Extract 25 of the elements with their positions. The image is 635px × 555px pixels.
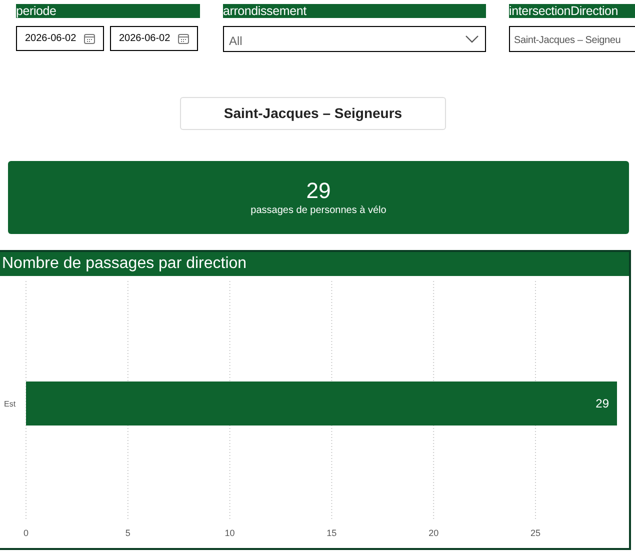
dropdown-placeholder: All (229, 32, 242, 50)
kpi-value: 29 (306, 178, 331, 204)
chart-title: Nombre de passages par direction (0, 252, 629, 276)
date-value: 2026-06-02 (25, 32, 76, 46)
axis-tick-label: 20 (428, 528, 439, 538)
kpi-caption: passages de personnes à vélo (250, 204, 386, 218)
date-field[interactable]: 2026-06-02 (16, 26, 104, 51)
filter-label: periode (16, 4, 200, 18)
chevron-down-icon (465, 35, 479, 43)
calendar-icon (178, 33, 189, 44)
axis-tick-label: 5 (125, 528, 130, 538)
date-value: 2026-06-02 (119, 32, 170, 46)
axis-tick-label: 0 (24, 528, 28, 538)
calendar-icon (84, 33, 95, 44)
filter-label: arrondissement (223, 4, 486, 18)
axis-tick-label: 15 (326, 528, 337, 538)
filter-label: intersectionDirection (509, 4, 635, 18)
data-label: 29 (596, 396, 609, 410)
axis-tick-label: 25 (530, 528, 540, 538)
axis-tick-label: 10 (224, 528, 235, 538)
text-field[interactable]: Saint-Jacques – Seigneu (509, 26, 635, 52)
title-card: Saint-Jacques – Seigneurs (180, 97, 446, 130)
dropdown-field[interactable]: All (223, 26, 486, 52)
category-label: Est (4, 400, 16, 408)
date-field[interactable]: 2026-06-02 (110, 26, 198, 51)
